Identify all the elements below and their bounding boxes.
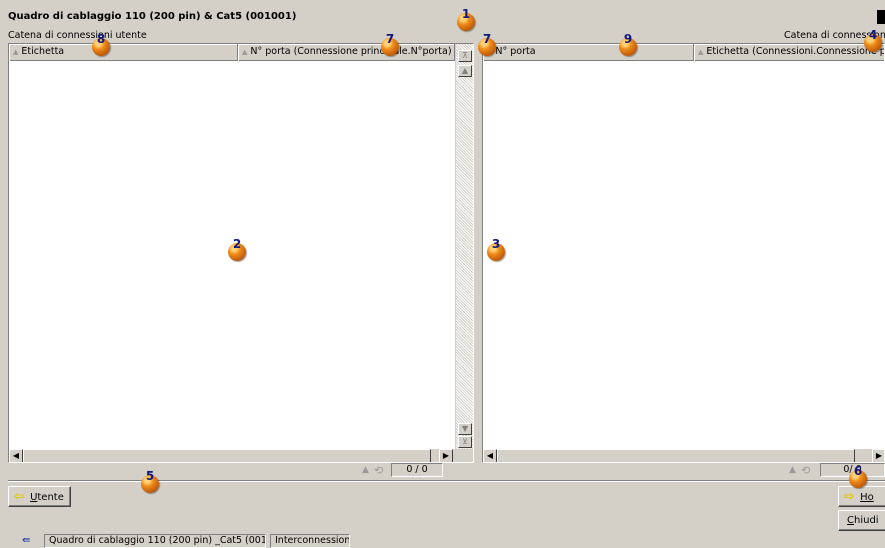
- scroll-right-button[interactable]: ▶: [872, 449, 884, 462]
- connection-icon: ⇚: [22, 535, 31, 546]
- scroll-up-button[interactable]: ▲: [458, 65, 472, 77]
- right-horizontal-scrollbar[interactable]: ◀ ▶: [483, 449, 884, 462]
- callout-marker: 8: [92, 32, 110, 56]
- column-label: Etichetta: [21, 46, 65, 57]
- scroll-top-button[interactable]: ⊼: [458, 50, 472, 62]
- status-empty: [354, 534, 885, 548]
- status-view: Interconnessioni: [270, 534, 350, 548]
- host-button[interactable]: ⇨ Ho: [838, 486, 885, 507]
- column-label: Etichetta (Connessioni.Connessione princ…: [706, 46, 884, 57]
- callout-marker: 9: [619, 32, 637, 56]
- callout-marker: 1: [457, 7, 475, 31]
- scroll-bottom-button[interactable]: ⊻: [458, 436, 472, 448]
- column-header-etichetta[interactable]: ▲ Etichetta: [9, 44, 238, 61]
- left-horizontal-scrollbar[interactable]: ◀ ▶: [9, 449, 473, 462]
- sort-indicator-icon: ▲: [362, 465, 369, 475]
- column-header-n-porta[interactable]: ▲ N° porta (Connessione principale.N°port…: [238, 44, 455, 61]
- scroll-thumb[interactable]: [497, 449, 855, 462]
- scroll-left-button[interactable]: ◀: [483, 449, 497, 462]
- sort-icon: ▲: [698, 48, 704, 56]
- status-item: Quadro di cablaggio 110 (200 pin) _Cat5 …: [44, 534, 266, 548]
- column-header-etichetta-connessioni[interactable]: ▲Etichetta (Connessioni.Connessione prin…: [694, 44, 884, 61]
- callout-marker: 5: [141, 469, 159, 493]
- column-header-n-porta[interactable]: ▲N° porta: [483, 44, 694, 61]
- callout-marker: 3: [487, 237, 505, 261]
- callout-marker: 6: [849, 464, 867, 488]
- right-list-header: ▲N° porta ▲Etichetta (Connessioni.Connes…: [483, 44, 884, 61]
- status-bar: ⇚ Quadro di cablaggio 110 (200 pin) _Cat…: [0, 533, 885, 548]
- scroll-left-button[interactable]: ◀: [9, 449, 23, 462]
- scroll-down-button[interactable]: ▼: [458, 423, 472, 435]
- left-vertical-scrollbar[interactable]: ⊼ ▲ ▼ ⊻: [455, 44, 473, 449]
- sort-indicator-icon: ▲: [789, 465, 796, 475]
- callout-marker: 2: [228, 237, 246, 261]
- separator: [8, 480, 885, 482]
- sort-icon: ▲: [242, 48, 248, 56]
- utente-button[interactable]: ⇦ Utente: [8, 486, 71, 507]
- refresh-icon[interactable]: ⟲: [374, 464, 383, 477]
- window-title: Quadro di cablaggio 110 (200 pin) & Cat5…: [8, 11, 297, 22]
- left-panel-caption: Catena di connessioni utente: [8, 30, 147, 41]
- callout-marker: 7: [478, 32, 496, 56]
- column-label: N° porta (Connessione principale.N°porta…: [250, 46, 452, 57]
- left-record-counter: 0 / 0: [391, 463, 443, 477]
- column-label: N° porta: [495, 46, 536, 57]
- chiudi-button[interactable]: Chiudi: [838, 510, 885, 531]
- scroll-right-button[interactable]: ▶: [439, 449, 453, 462]
- callout-marker: 4: [864, 28, 882, 52]
- yellow-arrow-right-icon: ⇨: [844, 489, 855, 503]
- right-list-pane[interactable]: ▲N° porta ▲Etichetta (Connessioni.Connes…: [482, 43, 885, 463]
- yellow-arrow-left-icon: ⇦: [14, 489, 25, 503]
- callout-marker: 7: [381, 32, 399, 56]
- refresh-icon[interactable]: ⟲: [801, 464, 810, 477]
- scroll-thumb[interactable]: [23, 449, 431, 462]
- right-list-body[interactable]: [483, 61, 884, 449]
- sort-icon: ▲: [13, 48, 19, 56]
- title-bar-edge: [877, 10, 885, 24]
